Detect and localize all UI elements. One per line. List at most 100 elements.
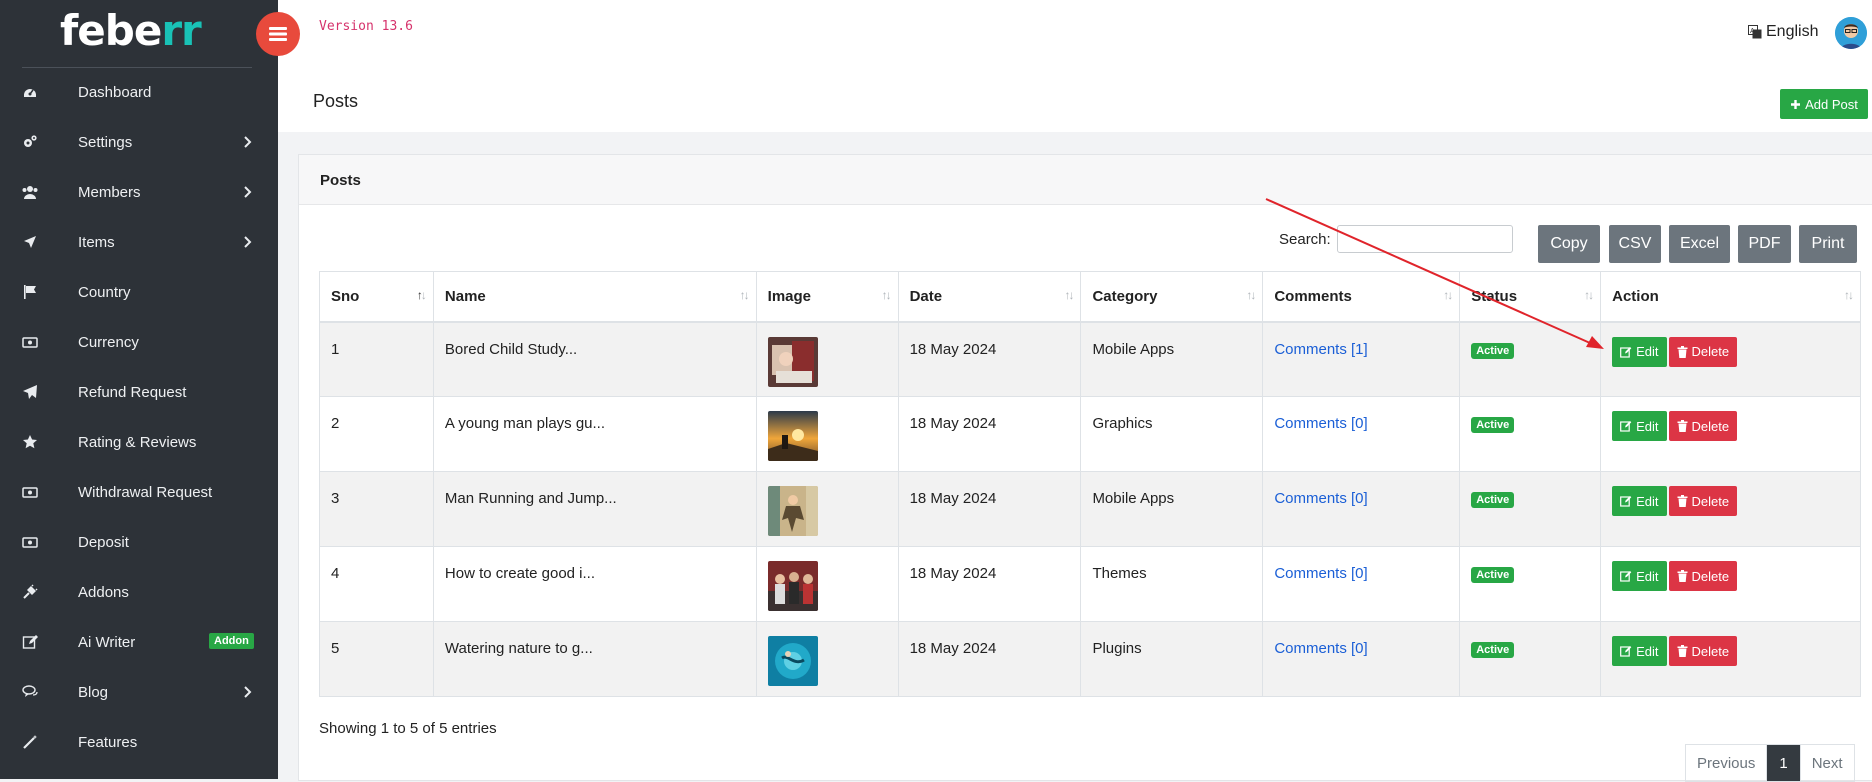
sort-icon: ↑↓: [1246, 288, 1256, 302]
add-post-button[interactable]: Add Post: [1780, 89, 1868, 119]
edit-icon: [1620, 421, 1632, 432]
delete-button[interactable]: Delete: [1668, 636, 1738, 666]
sidebar-item-country[interactable]: Country: [0, 267, 278, 317]
status-badge: Active: [1471, 642, 1515, 658]
pagination-previous[interactable]: Previous: [1686, 745, 1768, 781]
sidebar-item-ai-writer[interactable]: Ai Writer Addon: [0, 617, 278, 667]
sidebar-item-dashboard[interactable]: Dashboard: [0, 67, 278, 117]
sidebar-item-label: Dashboard: [78, 83, 152, 101]
card-header: Posts: [299, 155, 1872, 205]
delete-button[interactable]: Delete: [1668, 486, 1738, 516]
post-thumbnail-image[interactable]: [767, 411, 818, 461]
sidebar-item-label: Addons: [78, 583, 129, 601]
column-header-status[interactable]: Status ↑↓: [1459, 271, 1602, 323]
magic-wand-icon: [23, 735, 37, 749]
cell-comments: Comments [0]: [1262, 471, 1461, 547]
column-header-category[interactable]: Category ↑↓: [1080, 271, 1264, 323]
sidebar-item-rating-reviews[interactable]: Rating & Reviews: [0, 417, 278, 467]
cell-status: Active: [1459, 396, 1602, 472]
post-thumbnail-image[interactable]: [767, 486, 818, 536]
cell-status: Active: [1459, 621, 1602, 697]
cell-date: 18 May 2024: [897, 546, 1082, 622]
sort-asc-icon: ↑↓: [416, 288, 427, 302]
version-label: Version 13.6: [319, 19, 413, 34]
language-selector[interactable]: A English: [1748, 23, 1818, 41]
column-header-sno[interactable]: Sno ↑↓: [319, 271, 434, 323]
trash-icon: [1677, 570, 1688, 582]
sidebar-item-label: Deposit: [78, 533, 129, 551]
sidebar-item-withdrawal-request[interactable]: Withdrawal Request: [0, 467, 278, 517]
pdf-button[interactable]: PDF: [1738, 225, 1791, 263]
sidebar-toggle-button[interactable]: [256, 12, 300, 56]
cell-image: [755, 321, 899, 397]
location-arrow-icon: [24, 236, 36, 248]
sidebar-item-addons[interactable]: Addons: [0, 567, 278, 617]
status-badge: Active: [1471, 492, 1515, 508]
cell-image: [755, 471, 899, 547]
cell-comments: Comments [0]: [1262, 396, 1461, 472]
delete-button[interactable]: Delete: [1668, 561, 1738, 591]
edit-button[interactable]: Edit: [1612, 336, 1667, 367]
edit-button[interactable]: Edit: [1612, 486, 1667, 516]
sidebar-item-blog[interactable]: Blog: [0, 667, 278, 717]
pagination-next[interactable]: Next: [1801, 745, 1854, 781]
cell-category: Plugins: [1080, 621, 1264, 697]
plus-icon: [1791, 99, 1801, 109]
edit-button[interactable]: Edit: [1612, 411, 1667, 441]
sidebar-item-label: Currency: [78, 333, 139, 351]
csv-button[interactable]: CSV: [1609, 225, 1661, 263]
brand-logo[interactable]: feberr: [60, 6, 202, 55]
trash-icon: [1677, 645, 1688, 657]
column-header-action[interactable]: Action ↑↓: [1600, 271, 1861, 323]
copy-button[interactable]: Copy: [1538, 225, 1600, 263]
comments-link[interactable]: Comments [0]: [1274, 565, 1367, 582]
sidebar-item-features[interactable]: Features: [0, 717, 278, 767]
sidebar-item-label: Features: [78, 733, 138, 751]
search-input[interactable]: [1337, 225, 1513, 253]
print-button[interactable]: Print: [1799, 225, 1857, 263]
comments-link[interactable]: Comments [0]: [1274, 640, 1367, 657]
status-badge: Active: [1471, 342, 1515, 359]
table-row: 3 Man Running and Jump... 18 May 2024 Mo…: [319, 471, 1861, 547]
edit-button[interactable]: Edit: [1612, 636, 1667, 666]
comments-link[interactable]: Comments [1]: [1274, 341, 1367, 358]
cell-sno: 5: [319, 621, 434, 697]
cell-status: Active: [1459, 471, 1602, 547]
sort-icon: ↑↓: [1844, 288, 1854, 302]
delete-button[interactable]: Delete: [1668, 411, 1738, 441]
sidebar-item-refund-request[interactable]: Refund Request: [0, 367, 278, 417]
sort-icon: ↑↓: [881, 288, 892, 302]
sidebar-item-items[interactable]: Items: [0, 217, 278, 267]
post-thumbnail-image[interactable]: [767, 561, 818, 611]
user-avatar[interactable]: [1835, 17, 1867, 49]
sort-icon: ↑↓: [1584, 288, 1594, 302]
sidebar-item-currency[interactable]: Currency: [0, 317, 278, 367]
sidebar-item-settings[interactable]: Settings: [0, 117, 278, 167]
post-thumbnail-image[interactable]: [767, 336, 818, 387]
status-badge: Active: [1471, 417, 1515, 433]
column-header-date[interactable]: Date ↑↓: [897, 271, 1082, 323]
edit-button[interactable]: Edit: [1612, 561, 1667, 591]
column-header-image[interactable]: Image ↑↓: [755, 271, 899, 323]
comments-icon: [22, 685, 38, 697]
sort-icon: ↑↓: [739, 288, 750, 302]
comments-link[interactable]: Comments [0]: [1274, 415, 1367, 432]
page-header: Posts Add Post: [278, 68, 1872, 132]
menu-icon: [269, 27, 287, 41]
language-label: English: [1766, 23, 1819, 40]
table-row: 5 Watering nature to g... 18 May 2024 Pl…: [319, 621, 1861, 697]
table-header-row: Sno ↑↓ Name ↑↓ Image ↑↓ Date ↑↓ Category ↑↓ C…: [319, 271, 1861, 323]
sidebar-item-members[interactable]: Members: [0, 167, 278, 217]
comments-link[interactable]: Comments [0]: [1274, 490, 1367, 507]
pagination-page-current[interactable]: 1: [1767, 745, 1801, 781]
column-header-name[interactable]: Name ↑↓: [432, 271, 757, 323]
table-row: 1 Bored Child Study... 18 May 2024 Mobil…: [319, 321, 1861, 397]
delete-button[interactable]: Delete: [1668, 336, 1738, 367]
sidebar-item-label: Items: [78, 233, 115, 251]
sidebar-item-deposit[interactable]: Deposit: [0, 517, 278, 567]
excel-button[interactable]: Excel: [1669, 225, 1730, 263]
column-header-comments[interactable]: Comments ↑↓: [1262, 271, 1461, 323]
cell-image: [755, 621, 899, 697]
cell-date: 18 May 2024: [897, 621, 1082, 697]
post-thumbnail-image[interactable]: [767, 636, 818, 686]
